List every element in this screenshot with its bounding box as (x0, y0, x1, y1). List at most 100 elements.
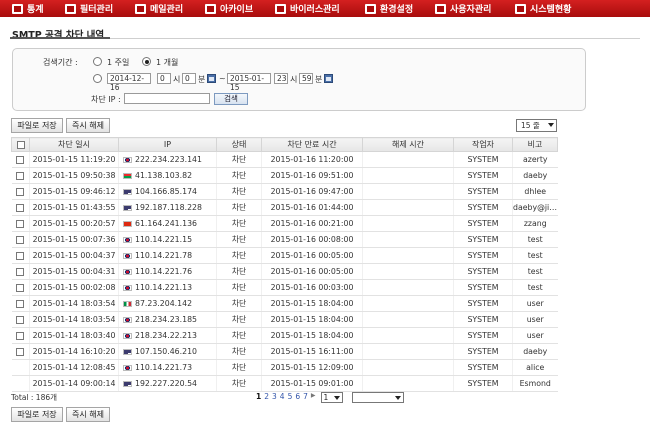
nav-item-4[interactable]: 바이러스관리 (263, 0, 353, 17)
nav-item-3[interactable]: 아카이브 (193, 0, 263, 17)
table-row[interactable]: 2015-01-15 00:04:37 110.14.221.78 차단 2015-0… (11, 247, 558, 264)
table-row[interactable]: 2015-01-14 18:03:40 218.234.22.213 차단 2015-… (11, 327, 558, 344)
nav-item-0[interactable]: 통계 (0, 0, 53, 17)
table-row[interactable]: 2015-01-15 09:50:38 41.138.103.82 차단 2015-0… (11, 167, 558, 184)
end-min-input[interactable]: 59 (299, 73, 313, 84)
page-link[interactable]: 6 (295, 392, 300, 403)
cell-date: 2015-01-14 18:03:40 (29, 327, 119, 344)
row-checkbox[interactable] (16, 252, 25, 260)
start-date-input[interactable]: 2014-12-16 (107, 73, 151, 92)
table-row[interactable]: 2015-01-14 18:03:54 218.234.23.185 차단 2015-… (11, 311, 558, 328)
range-tilde: ~ (219, 74, 226, 83)
secondary-select[interactable] (351, 392, 404, 403)
col-header-note[interactable]: 비고 (512, 137, 558, 152)
table-row[interactable]: 2015-01-15 11:19:20 222.234.223.141 차단 2015… (11, 151, 558, 168)
col-header-status[interactable]: 상태 (216, 137, 262, 152)
row-select-cell[interactable] (11, 343, 30, 360)
table-row[interactable]: 2015-01-14 18:03:54 87.23.204.142 차단 2015-0… (11, 295, 558, 312)
col-header-expire[interactable]: 차단 만료 시간 (261, 137, 363, 152)
row-select-cell[interactable] (11, 247, 30, 264)
table-row[interactable]: 2015-01-15 00:07:36 110.14.221.15 차단 2015-0… (11, 231, 558, 248)
select-all-cell[interactable] (11, 137, 30, 152)
row-select-cell[interactable] (11, 327, 30, 344)
row-checkbox[interactable] (16, 236, 25, 244)
select-all-checkbox[interactable] (16, 140, 25, 149)
cell-release (362, 359, 454, 376)
col-header-release[interactable]: 해제 시간 (362, 137, 454, 152)
row-checkbox[interactable] (16, 316, 25, 324)
cell-date: 2015-01-15 00:20:57 (29, 215, 119, 232)
cell-status: 차단 (216, 247, 262, 264)
nav-item-6[interactable]: 사용자관리 (423, 0, 503, 17)
page-link[interactable]: 4 (280, 392, 285, 403)
table-row[interactable]: 2015-01-14 16:10:20 107.150.46.210 차단 2015-… (11, 343, 558, 360)
row-select-cell[interactable] (11, 151, 30, 168)
row-checkbox[interactable] (16, 220, 25, 228)
col-header-date[interactable]: 차단 일시 (29, 137, 119, 152)
start-calendar-icon[interactable] (207, 74, 216, 83)
end-calendar-icon[interactable] (324, 74, 333, 83)
page-select[interactable]: 1 (320, 392, 343, 403)
row-select-cell[interactable] (11, 231, 30, 248)
table-row[interactable]: 2015-01-15 09:46:12 104.166.85.174 차단 2015-… (11, 183, 558, 200)
nav-item-2[interactable]: 메일관리 (123, 0, 193, 17)
row-checkbox[interactable] (16, 204, 25, 212)
search-button[interactable]: 검색 (214, 93, 248, 105)
col-header-ip[interactable]: IP (118, 137, 217, 152)
next-page-icon[interactable]: ▶ (311, 392, 316, 403)
cell-status: 차단 (216, 167, 262, 184)
start-hour-input[interactable]: 0 (157, 73, 171, 84)
save-file-button[interactable]: 파일로 저장 (11, 118, 63, 133)
row-checkbox[interactable] (16, 172, 25, 180)
nav-item-5[interactable]: 환경설정 (353, 0, 423, 17)
ip-text: 61.164.241.136 (135, 219, 198, 228)
unblock-now-button-bottom[interactable]: 즉시 해제 (66, 407, 110, 422)
row-select-cell[interactable] (11, 183, 30, 200)
row-select-cell[interactable] (11, 295, 30, 312)
end-hour-input[interactable]: 23 (274, 73, 288, 84)
row-select-cell[interactable] (11, 199, 30, 216)
row-checkbox[interactable] (16, 300, 25, 308)
row-select-cell[interactable] (11, 311, 30, 328)
radio-week[interactable] (93, 57, 102, 66)
cell-expire: 2015-01-15 18:04:00 (261, 327, 363, 344)
table-row[interactable]: 2015-01-14 12:08:45 110.14.221.73 차단 2015-0… (11, 359, 558, 376)
row-select-cell[interactable] (11, 375, 30, 392)
settings-icon (365, 3, 376, 14)
row-select-cell[interactable] (11, 263, 30, 280)
row-select-cell[interactable] (11, 279, 30, 296)
row-checkbox[interactable] (16, 156, 25, 164)
table-row[interactable]: 2015-01-15 00:20:57 61.164.241.136 차단 2015-… (11, 215, 558, 232)
table-row[interactable]: 2015-01-15 01:43:55 192.187.118.228 차단 2015… (11, 199, 558, 216)
save-file-button-bottom[interactable]: 파일로 저장 (11, 407, 63, 422)
row-checkbox[interactable] (16, 284, 25, 292)
nav-item-1[interactable]: 필터관리 (53, 0, 123, 17)
cell-worker: SYSTEM (453, 311, 513, 328)
row-checkbox[interactable] (16, 188, 25, 196)
table-row[interactable]: 2015-01-15 00:04:31 110.14.221.76 차단 2015-0… (11, 263, 558, 280)
page-link[interactable]: 2 (264, 392, 269, 403)
page-link[interactable]: 5 (288, 392, 293, 403)
table-row[interactable]: 2015-01-15 00:02:08 110.14.221.13 차단 2015-0… (11, 279, 558, 296)
row-checkbox[interactable] (16, 332, 25, 340)
row-checkbox[interactable] (16, 268, 25, 276)
unblock-now-button[interactable]: 즉시 해제 (66, 118, 110, 133)
ip-input[interactable] (124, 93, 210, 104)
radio-custom-range[interactable] (93, 74, 102, 83)
row-select-cell[interactable] (11, 215, 30, 232)
ip-text: 110.14.221.13 (135, 283, 193, 292)
table-row[interactable]: 2015-01-14 09:00:14 192.227.220.54 차단 2015-… (11, 375, 558, 392)
page-link[interactable]: 1 (256, 392, 261, 403)
end-date-input[interactable]: 2015-01-15 (227, 73, 271, 92)
flag-kr-icon (123, 333, 132, 339)
row-select-cell[interactable] (11, 359, 30, 376)
col-header-worker[interactable]: 작업자 (453, 137, 513, 152)
per-page-select[interactable]: 15 줄 (516, 119, 557, 132)
nav-item-7[interactable]: 시스템현황 (503, 0, 583, 17)
radio-month[interactable] (142, 57, 151, 66)
row-select-cell[interactable] (11, 167, 30, 184)
row-checkbox[interactable] (16, 348, 25, 356)
page-link[interactable]: 7 (303, 392, 308, 403)
page-link[interactable]: 3 (272, 392, 277, 403)
start-min-input[interactable]: 0 (182, 73, 196, 84)
